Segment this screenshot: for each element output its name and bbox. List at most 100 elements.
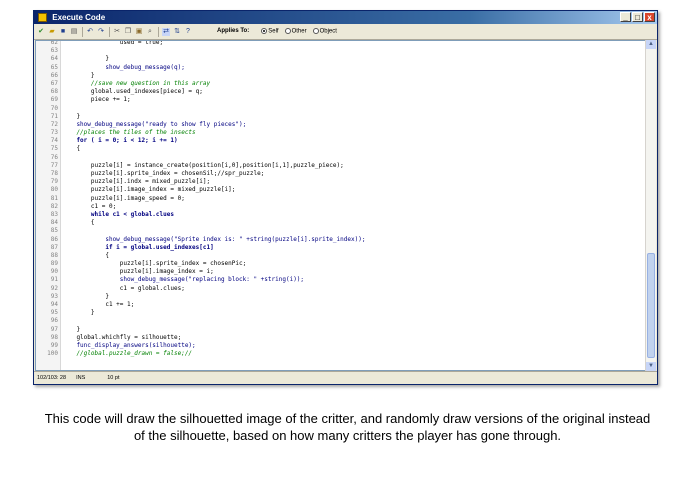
- line-number: 82: [50, 202, 58, 210]
- code-text: puzzle[i].image_index = mixed_puzzle[i];: [62, 186, 236, 194]
- status-bar: 102/103: 28 INS 10 pt: [34, 371, 657, 384]
- code-line: 95 }: [36, 309, 645, 317]
- line-number: 62: [50, 40, 58, 46]
- code-line: 71 }: [36, 113, 645, 121]
- font-size: 10 pt: [107, 375, 120, 381]
- code-text: {: [62, 219, 95, 227]
- line-number: 68: [50, 88, 58, 96]
- code-text: show_debug_message(q);: [62, 63, 185, 71]
- paste-icon[interactable]: ▣: [135, 28, 143, 36]
- code-line: 86 show_debug_message("Sprite index is: …: [36, 236, 645, 244]
- code-text: }: [62, 309, 95, 317]
- scroll-thumb[interactable]: [647, 253, 655, 358]
- radio-object[interactable]: Object: [312, 28, 337, 35]
- sort-icon[interactable]: ⇅: [173, 28, 181, 36]
- minimize-button[interactable]: _: [620, 12, 631, 22]
- slide-caption: This code will draw the silhouetted imag…: [44, 411, 651, 443]
- code-line: 91 show_debug_message("replacing block: …: [36, 276, 645, 284]
- line-number: 92: [50, 284, 58, 292]
- code-text: }: [62, 112, 81, 120]
- code-line: 97 }: [36, 326, 645, 334]
- line-number: 67: [50, 79, 58, 87]
- code-text: puzzle[i].image_index = i;: [62, 268, 214, 276]
- line-number: 75: [50, 145, 58, 153]
- line-number: 73: [50, 129, 58, 137]
- line-number: 97: [50, 325, 58, 333]
- line-number: 63: [50, 47, 58, 55]
- code-text: puzzle[i].indx = mixed_puzzle[i];: [62, 178, 211, 186]
- code-line: 96: [36, 317, 645, 325]
- print-icon[interactable]: ▤: [70, 28, 78, 36]
- code-line: 78 puzzle[i].sprite_index = chosenSil;//…: [36, 170, 645, 178]
- code-line: 79 puzzle[i].indx = mixed_puzzle[i];: [36, 178, 645, 186]
- line-number: 80: [50, 186, 58, 194]
- code-text: //global.puzzle_drawn = false;//: [62, 350, 193, 358]
- code-text: }: [62, 71, 95, 79]
- code-text: {: [62, 251, 109, 259]
- code-text: show_debug_message("Sprite index is: " +…: [62, 235, 366, 243]
- line-number: 70: [50, 104, 58, 112]
- line-number: 89: [50, 260, 58, 268]
- scroll-down-icon[interactable]: ▼: [646, 362, 656, 371]
- code-text: //save new question in this array: [62, 79, 211, 87]
- code-text: puzzle[i] = instance_create(position[i,0…: [62, 161, 344, 169]
- line-number: 95: [50, 309, 58, 317]
- redo-icon[interactable]: ↷: [97, 28, 105, 36]
- applies-to-label: Applies To:: [217, 28, 250, 35]
- window-title: Execute Code: [52, 13, 106, 22]
- radio-self-icon: [261, 28, 268, 35]
- code-line: 73 //places the tiles of the insects: [36, 129, 645, 137]
- code-line: 87 if i = global.used_indexes[c1]: [36, 244, 645, 252]
- line-number: 76: [50, 153, 58, 161]
- code-editor[interactable]: 62 used = true; 63 64 } 65 show_debug_messa…: [35, 40, 646, 371]
- open-icon[interactable]: ▰: [48, 28, 56, 36]
- radio-other[interactable]: Other: [284, 28, 307, 35]
- code-text: global.used_indexes[piece] = q;: [62, 88, 203, 96]
- code-line: 89 puzzle[i].sprite_index = chosenPic;: [36, 260, 645, 268]
- code-line: 82 c1 = 0;: [36, 203, 645, 211]
- line-number: 65: [50, 63, 58, 71]
- window-controls: _ □ x: [620, 12, 655, 22]
- check-icon[interactable]: ✔: [37, 28, 45, 36]
- find-icon[interactable]: ⌕: [146, 28, 154, 36]
- code-line: 88 {: [36, 252, 645, 260]
- code-lines: 62 used = true; 63 64 } 65 show_debug_messa…: [36, 40, 645, 358]
- cursor-position: 102/103: 28: [37, 375, 67, 381]
- radio-self[interactable]: Self: [261, 28, 279, 35]
- title-bar[interactable]: Execute Code _ □ x: [34, 11, 657, 24]
- code-line: 70: [36, 105, 645, 113]
- execute-code-window: Execute Code _ □ x ✔ ▰ ■ ▤ ↶ ↷ ✂ ❐ ▣ ⌕ ⇄…: [33, 10, 658, 385]
- code-line: 92 c1 = global.clues;: [36, 285, 645, 293]
- line-number: 96: [50, 317, 58, 325]
- code-line: 100 //global.puzzle_drawn = false;//: [36, 350, 645, 358]
- vertical-scrollbar[interactable]: ▲ ▼: [645, 40, 656, 371]
- code-line: 67 //save new question in this array: [36, 80, 645, 88]
- help-icon[interactable]: ?: [184, 28, 192, 36]
- maximize-button[interactable]: □: [632, 12, 643, 22]
- code-line: 72 show_debug_message("ready to show fly…: [36, 121, 645, 129]
- scroll-up-icon[interactable]: ▲: [646, 40, 656, 49]
- line-number: 74: [50, 137, 58, 145]
- code-text: for ( i = 0; i < 12; i += 1): [62, 137, 178, 145]
- replace-icon[interactable]: ⇄: [162, 27, 170, 36]
- cut-icon[interactable]: ✂: [113, 28, 121, 36]
- line-number: 88: [50, 251, 58, 259]
- undo-icon[interactable]: ↶: [86, 28, 94, 36]
- code-text: }: [62, 325, 81, 333]
- close-button[interactable]: x: [644, 12, 655, 22]
- code-line: 83 while c1 < global.clues: [36, 211, 645, 219]
- code-line: 85: [36, 227, 645, 235]
- toolbar-separator: [158, 26, 159, 37]
- code-text: global.whichfly = silhouette;: [62, 333, 182, 341]
- toolbar-separator: [109, 26, 110, 37]
- code-text: c1 += 1;: [62, 301, 135, 308]
- line-number: 72: [50, 120, 58, 128]
- code-text: if i = global.used_indexes[c1]: [62, 243, 214, 251]
- line-number: 99: [50, 341, 58, 349]
- code-line: 81 puzzle[i].image_speed = 0;: [36, 195, 645, 203]
- code-text: //places the tiles of the insects: [62, 129, 196, 137]
- copy-icon[interactable]: ❐: [124, 28, 132, 36]
- save-icon[interactable]: ■: [59, 28, 67, 36]
- line-number: 69: [50, 96, 58, 104]
- code-text: puzzle[i].sprite_index = chosenSil;//spr…: [62, 170, 265, 177]
